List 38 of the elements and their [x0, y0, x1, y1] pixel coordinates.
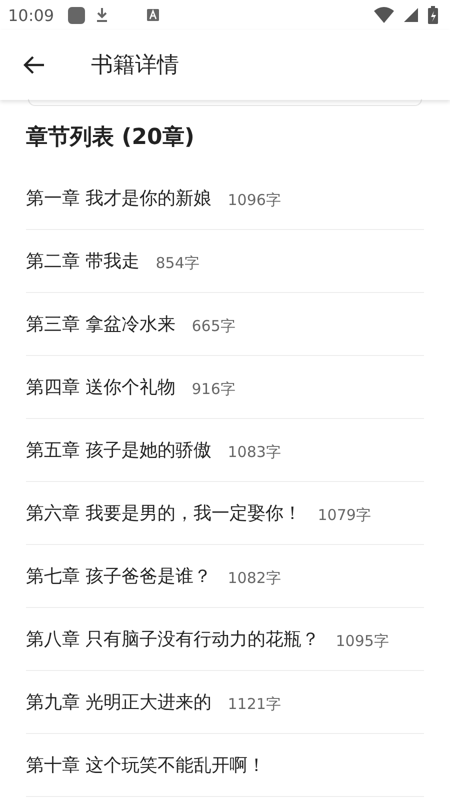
keyboard-icon — [147, 9, 160, 21]
word-count: 1079字 — [318, 506, 371, 524]
chapter-title: 第八章 只有脑子没有行动力的花瓶？ — [26, 628, 320, 651]
chapter-title: 第十章 这个玩笑不能乱开啊！ — [26, 754, 266, 777]
download-icon — [95, 7, 110, 23]
back-arrow-icon — [23, 56, 45, 74]
status-time: 10:09 — [8, 6, 54, 24]
word-count: 854字 — [156, 254, 200, 272]
signal-icon — [404, 8, 418, 22]
chapter-item[interactable]: 第三章 拿盆冷水来 665字 — [26, 293, 424, 356]
chapter-title: 第七章 孩子爸爸是谁？ — [26, 565, 212, 588]
battery-icon — [428, 6, 438, 24]
word-count: 1082字 — [228, 568, 281, 588]
chapter-item[interactable]: 第七章 孩子爸爸是谁？ 1082字 — [26, 545, 424, 608]
page-title: 书籍详情 — [91, 52, 179, 80]
word-count: 1096字 — [228, 190, 281, 210]
word-count: 1095字 — [336, 632, 389, 650]
chapter-item[interactable]: 第八章 只有脑子没有行动力的花瓶？ 1095字 — [26, 608, 424, 671]
chapter-item[interactable]: 第一章 我才是你的新娘 1096字 — [26, 167, 424, 230]
chapter-title: 第三章 拿盆冷水来 — [26, 313, 176, 336]
word-count: 1083字 — [228, 442, 281, 462]
chapter-item[interactable]: 第九章 光明正大进来的 1121字 — [26, 671, 424, 734]
chapter-title: 第一章 我才是你的新娘 — [26, 187, 212, 210]
chapter-title: 第六章 我要是男的，我一定娶你！ — [26, 502, 302, 525]
word-count: 1121字 — [228, 694, 281, 714]
chapter-item[interactable]: 第五章 孩子是她的骄傲 1083字 — [26, 419, 424, 482]
chapter-item[interactable]: 第二章 带我走 854字 — [26, 230, 424, 293]
chapter-title: 第四章 送你个礼物 — [26, 376, 176, 399]
chapter-item[interactable]: 第四章 送你个礼物 916字 — [26, 356, 424, 419]
word-count: 916字 — [192, 380, 236, 398]
word-count: 665字 — [192, 316, 236, 336]
wifi-icon — [374, 7, 394, 23]
chapter-item[interactable]: 第六章 我要是男的，我一定娶你！ 1079字 — [26, 482, 424, 545]
chapter-title: 第九章 光明正大进来的 — [26, 691, 212, 714]
chapter-title: 第五章 孩子是她的骄傲 — [26, 439, 212, 462]
chapter-title: 第二章 带我走 — [26, 250, 140, 273]
section-heading: 章节列表 (20章) — [26, 124, 196, 152]
chapter-item[interactable]: 第十章 这个玩笑不能乱开啊！ — [26, 734, 424, 797]
